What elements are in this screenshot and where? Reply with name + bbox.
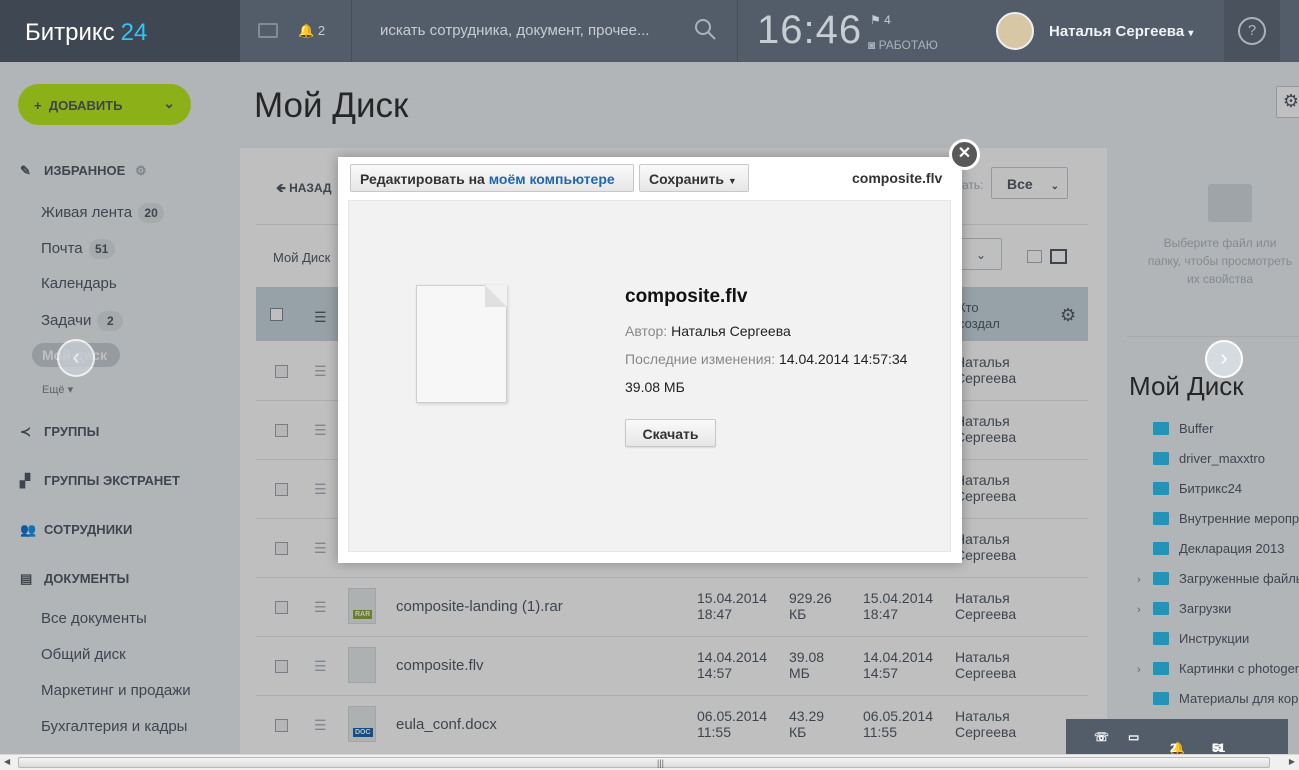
stop-circle-icon: ◙ [868,38,876,52]
save-label: Сохранить [649,171,724,187]
user-name: Наталья Сергеева [1049,23,1185,40]
file-fold [485,285,507,307]
author-value: Наталья Сергеева [671,323,791,339]
help-area: ? [1224,0,1280,62]
notification-count: 2 [317,23,326,38]
flag-count: 4 [884,13,891,27]
download-button[interactable]: Скачать [625,419,716,447]
logo[interactable]: Битрикс 24 [0,0,240,62]
phone-icon[interactable]: ☏ [1094,730,1109,744]
notifications-button[interactable]: 🔔 2 [298,23,325,39]
avatar[interactable] [996,12,1034,50]
logo-text: Битрикс [25,19,115,46]
chat-icon[interactable]: ▭ [1128,730,1139,744]
previous-arrow-icon[interactable]: ‹ [57,339,95,377]
file-title: composite.flv [625,286,748,307]
notification-count: 2 [1170,741,1177,755]
top-bar: Битрикс 24 🔔 2 искать сотрудника, докумен… [0,0,1299,62]
modified-label: Последние изменения: [625,351,776,367]
edit-on-computer-button[interactable]: Редактировать на моём компьютере [350,164,634,192]
help-button[interactable]: ? [1238,17,1266,45]
edit-prefix: Редактировать на [360,171,485,187]
bell-icon: 🔔 [298,23,315,38]
messenger-bar: ☏ ▭ 🔔 2 ✉ 51 [1066,719,1288,755]
caret-down-icon: ▾ [1188,28,1194,39]
chat-icon[interactable] [258,23,278,38]
search-icon[interactable] [694,18,716,40]
caret-down-icon: ▼ [727,176,737,186]
edit-link: моём компьютере [488,171,615,187]
mail-count: 51 [1212,741,1226,755]
scroll-thumb[interactable]: ||| [18,757,1270,768]
grip-icon: ||| [657,758,665,768]
file-modified: Последние изменения: 14.04.2014 14:57:34 [625,351,907,367]
flag-counter[interactable]: ⚑ 4 [870,13,891,27]
file-author: Автор: Наталья Сергеева [625,323,791,339]
close-icon: ✕ [957,145,972,162]
close-button[interactable]: ✕ [949,139,980,170]
work-status[interactable]: ◙ РАБОТАЮ [868,38,938,52]
author-label: Автор: [625,323,668,339]
dialog-filename: composite.flv [852,170,943,186]
logo-number: 24 [120,19,148,46]
work-status-label: РАБОТАЮ [878,38,938,52]
horizontal-scrollbar[interactable]: ◀ ||| ▶ [0,754,1299,770]
divider [737,0,738,62]
flag-icon: ⚑ [870,13,881,27]
modified-value: 14.04.2014 14:57:34 [778,351,908,367]
user-menu[interactable]: Наталья Сергеева ▾ [1049,23,1193,40]
file-icon [416,285,507,403]
divider [351,0,352,62]
clock[interactable]: 16:46 [757,8,862,53]
save-button[interactable]: Сохранить ▼ [639,164,749,192]
search-input[interactable]: искать сотрудника, документ, прочее... [380,22,680,39]
scroll-right-icon[interactable]: ▶ [1289,757,1295,766]
next-arrow-icon[interactable]: › [1205,340,1243,378]
file-size: 39.08 МБ [625,379,685,395]
scroll-left-icon[interactable]: ◀ [4,757,10,766]
